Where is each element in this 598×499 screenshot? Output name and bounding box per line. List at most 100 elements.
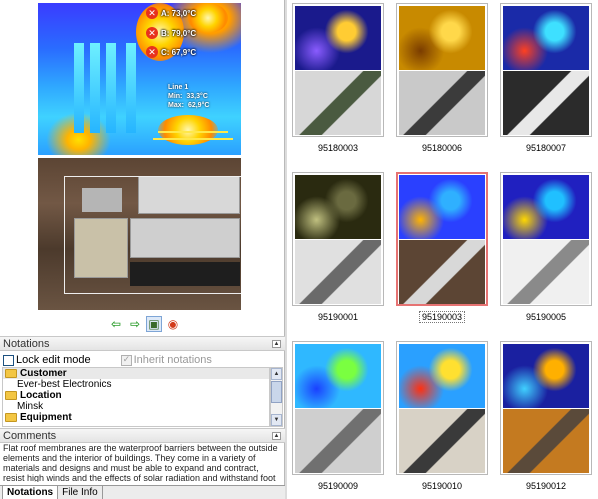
thumbnail-photo [399, 409, 485, 473]
tab-notations[interactable]: Notations [2, 486, 59, 499]
roi-frame[interactable] [64, 176, 241, 294]
line-min-label: Min: [168, 93, 183, 100]
marker-a-label: A: 73,0°C [161, 8, 197, 18]
thumbnail-frame[interactable] [500, 3, 592, 137]
thumbnail-item[interactable]: 95190001 [292, 172, 384, 322]
thumbnail-frame[interactable] [292, 341, 384, 475]
thumbnail-item[interactable]: 95190009 [292, 341, 384, 491]
line-max-value: 62,9°C [187, 102, 210, 109]
marker-b-icon: ✕ [146, 27, 158, 39]
folder-icon [5, 369, 17, 378]
palette-icon[interactable]: ◉ [165, 316, 181, 332]
line-title: Line 1 [168, 84, 189, 91]
thumbnail-filename: 95190003 [418, 311, 466, 323]
thumbnail-label: 95190009 [292, 481, 384, 491]
thumbnail-item[interactable]: 95190012 [500, 341, 592, 491]
marker-b[interactable]: ✕ B: 79,0°C [146, 27, 196, 39]
thumbnail-filename: 95190010 [421, 481, 463, 491]
thumbnail-item[interactable]: 95180007 [500, 3, 592, 153]
thumbnail-label: 95180007 [500, 143, 592, 153]
thumbnail-thermal-image [503, 344, 589, 408]
comments-text[interactable]: Flat roof membranes are the waterproof b… [0, 442, 285, 482]
thumbnail-frame[interactable] [396, 172, 488, 306]
pane-splitter[interactable] [285, 0, 287, 499]
panel-tabs: Notations File Info [0, 485, 285, 499]
notations-header: Notations ▲ [0, 336, 285, 351]
tree-value[interactable]: Minsk [3, 401, 269, 412]
thumbnail-photo [295, 71, 381, 135]
notation-tree[interactable]: Customer Ever-best Electronics Location … [2, 367, 270, 427]
thumbnail-filename: 95190012 [525, 481, 567, 491]
thumbnail-thermal-image [295, 6, 381, 70]
marker-b-label: B: 79,0°C [161, 28, 197, 38]
next-arrow-icon[interactable]: ⇨ [127, 316, 143, 332]
thumbnail-photo [503, 71, 589, 135]
thumbnail-label: 95190003 [396, 311, 488, 323]
thumbnail-label: 95190005 [500, 312, 592, 322]
marker-a[interactable]: ✕ A: 73,0°C [146, 7, 196, 19]
preview-pane: ✕ A: 73,0°C ✕ B: 79,0°C ✕ C: 67,9°C Line… [0, 0, 285, 499]
thumbnail-item[interactable]: 95190003 [396, 172, 488, 323]
scroll-thumb[interactable] [271, 381, 282, 403]
tab-file-info[interactable]: File Info [58, 486, 103, 499]
image-view-icon[interactable]: ▣ [146, 316, 162, 332]
thumbnail-frame[interactable] [396, 341, 488, 475]
tree-category[interactable]: Customer [3, 368, 269, 379]
thumbnail-frame[interactable] [292, 3, 384, 137]
thumbnail-thermal-image [399, 175, 485, 239]
thumbnail-filename: 95180003 [317, 143, 359, 153]
visual-photo[interactable] [38, 158, 241, 310]
thumbnail-frame[interactable] [396, 3, 488, 137]
lock-edit-checkbox[interactable]: Lock edit mode [3, 354, 91, 366]
thumbnail-item[interactable]: 95190005 [500, 172, 592, 322]
thumbnail-item[interactable]: 95180003 [292, 3, 384, 153]
thumbnail-filename: 95180006 [421, 143, 463, 153]
thumbnail-filename: 95190009 [317, 481, 359, 491]
tree-value-label: Ever-best Electronics [17, 379, 112, 390]
inherit-checkbox: Inherit notations [120, 354, 212, 366]
thumbnail-thermal-image [295, 175, 381, 239]
prev-arrow-icon[interactable]: ⇦ [108, 316, 124, 332]
line-min-value: 33,3°C [186, 93, 208, 100]
folder-icon [5, 391, 17, 400]
comments-title: Comments [3, 430, 57, 442]
scroll-up-icon[interactable]: ▲ [271, 368, 282, 380]
thumbnail-photo [295, 240, 381, 304]
collapse-icon[interactable]: ▲ [272, 340, 281, 348]
thumbnail-label: 95190010 [396, 481, 488, 491]
thumbnail-frame[interactable] [500, 172, 592, 306]
thumbnail-thermal-image [503, 6, 589, 70]
tree-category[interactable]: Location [3, 390, 269, 401]
thumbnail-thermal-image [399, 6, 485, 70]
thumbnail-photo [399, 240, 485, 304]
line-measurement[interactable]: Line 1 Min: 33,3°C Max: 62,9°C [168, 83, 209, 110]
tree-scrollbar[interactable]: ▲ ▼ [270, 367, 283, 427]
thumbnail-photo [399, 71, 485, 135]
lock-edit-label: Lock edit mode [16, 354, 91, 366]
checkbox-box[interactable] [3, 354, 14, 366]
thumbnail-label: 95190001 [292, 312, 384, 322]
inherit-label: Inherit notations [133, 354, 212, 366]
marker-c[interactable]: ✕ C: 67,9°C [146, 46, 196, 58]
scroll-down-icon[interactable]: ▼ [271, 414, 282, 426]
tree-category-label: Equipment [20, 412, 72, 423]
thumbnail-frame[interactable] [500, 341, 592, 475]
thumbnail-frame[interactable] [292, 172, 384, 306]
tree-value[interactable]: Ever-best Electronics [3, 379, 269, 390]
notations-title: Notations [3, 338, 50, 350]
thumbnail-thermal-image [503, 175, 589, 239]
marker-a-icon: ✕ [146, 7, 158, 19]
thermal-image[interactable]: ✕ A: 73,0°C ✕ B: 79,0°C ✕ C: 67,9°C Line… [38, 3, 241, 155]
thumbnail-item[interactable]: 95190010 [396, 341, 488, 491]
checkbox-box [120, 354, 132, 366]
thumbnail-thermal-image [399, 344, 485, 408]
thumbnail-label: 95190012 [500, 481, 592, 491]
line-max-label: Max: [168, 102, 184, 109]
comments-header: Comments ▲ [0, 428, 285, 443]
thumbnail-item[interactable]: 95180006 [396, 3, 488, 153]
thumbnail-photo [503, 240, 589, 304]
thumbnail-photo [295, 409, 381, 473]
tree-category[interactable]: Equipment [3, 412, 269, 423]
collapse-icon[interactable]: ▲ [272, 432, 281, 440]
thumbnail-filename: 95190005 [525, 312, 567, 322]
